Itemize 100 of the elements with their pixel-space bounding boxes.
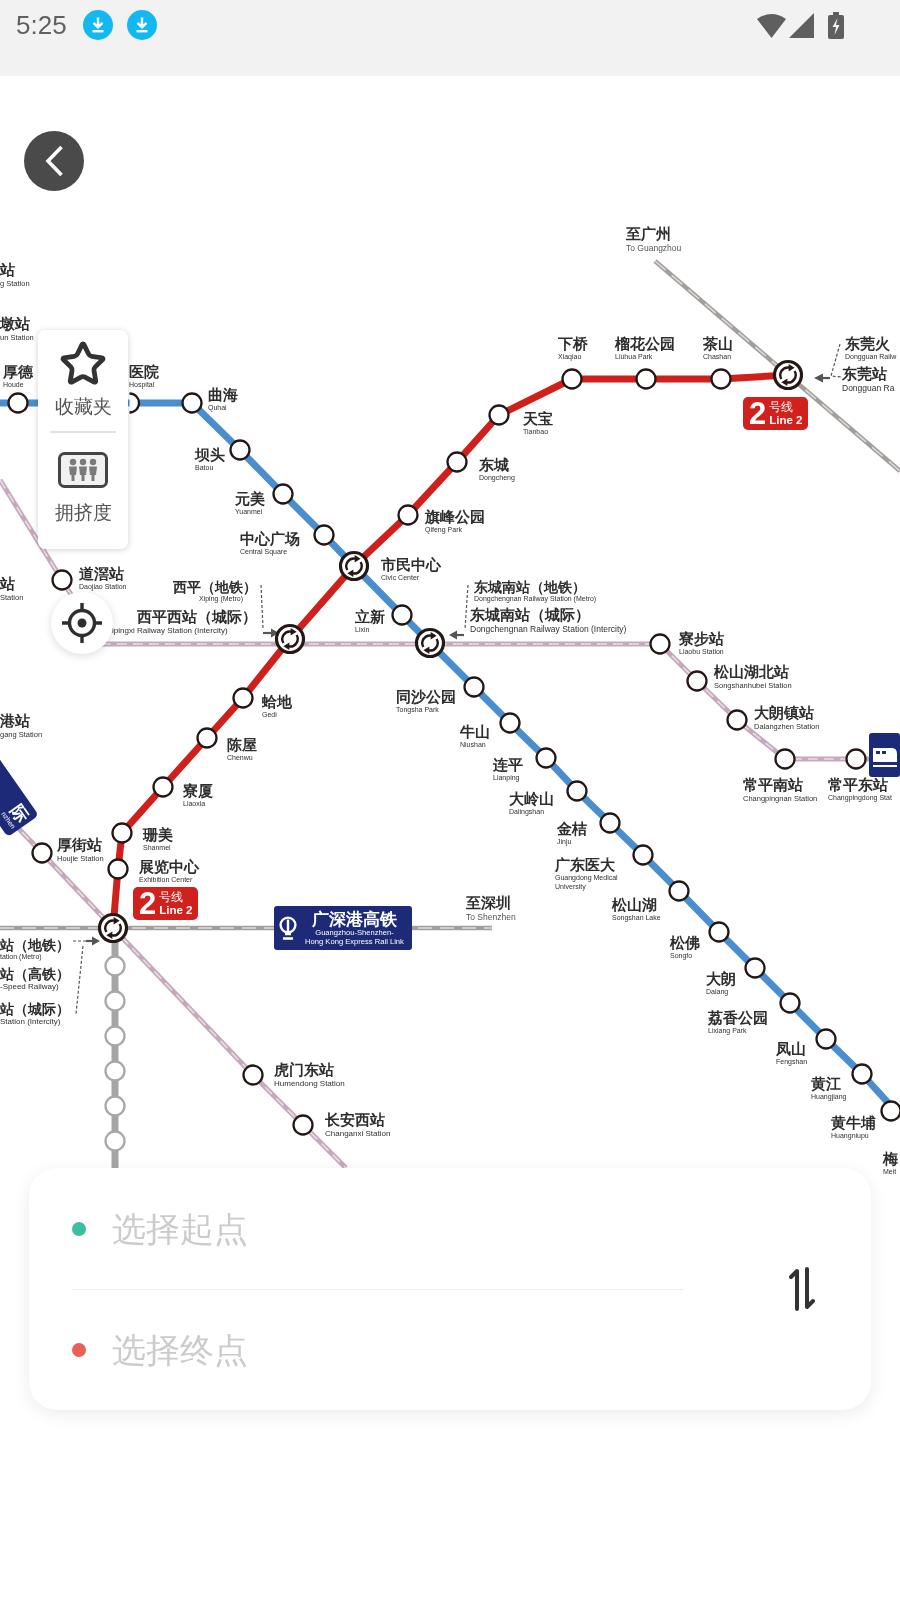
station-name: 常平东站 bbox=[828, 777, 888, 794]
station-icon[interactable] bbox=[446, 451, 468, 473]
station-icon[interactable] bbox=[107, 858, 129, 880]
station-name: 松山湖 bbox=[612, 897, 657, 914]
station-name: 坝头 bbox=[195, 447, 225, 464]
station-icon[interactable] bbox=[128, 392, 141, 414]
station-icon[interactable] bbox=[391, 604, 413, 626]
station-name: 松佛 bbox=[670, 935, 700, 952]
crowding-button[interactable]: 拥挤度 bbox=[38, 444, 128, 531]
download-icon bbox=[126, 10, 157, 40]
station-icon[interactable] bbox=[649, 633, 671, 655]
station-icon[interactable] bbox=[242, 1064, 264, 1086]
station-name: 东城南站（地铁） bbox=[474, 579, 586, 595]
station-name: 茶山 bbox=[703, 336, 733, 353]
station-icon[interactable] bbox=[181, 392, 203, 414]
station-name: 下桥 bbox=[558, 336, 588, 353]
interchange-icon[interactable] bbox=[274, 623, 306, 655]
station-icon[interactable] bbox=[232, 687, 254, 709]
interchange-icon[interactable] bbox=[97, 912, 129, 944]
rail-badge-title: 广深港高铁 bbox=[312, 909, 397, 929]
swap-icon bbox=[789, 1267, 815, 1311]
station-name: 凤山 bbox=[776, 1041, 806, 1058]
station-name: 金桔 bbox=[557, 821, 587, 838]
station-icon[interactable] bbox=[599, 812, 621, 834]
interchange-icon[interactable] bbox=[338, 550, 370, 582]
station-name: 曲海 bbox=[208, 387, 238, 404]
station-name: 东莞站 bbox=[842, 366, 887, 383]
station-icon[interactable] bbox=[31, 842, 53, 864]
station-name: 道滘站 bbox=[79, 566, 124, 583]
line-label: 号线 bbox=[769, 400, 794, 414]
station-icon[interactable] bbox=[292, 1114, 314, 1136]
interchange-icon[interactable] bbox=[772, 359, 804, 391]
station-icon[interactable] bbox=[668, 880, 690, 902]
station-name-english: Humendong Station bbox=[274, 1079, 345, 1089]
station-name: 长安西站 bbox=[325, 1112, 385, 1129]
station-icon[interactable] bbox=[708, 921, 730, 943]
station-name: 天宝 bbox=[523, 411, 553, 428]
crowd-icon bbox=[58, 452, 108, 488]
direction-label: 至广州 bbox=[626, 226, 671, 243]
station-icon[interactable] bbox=[880, 1100, 900, 1122]
station-icon[interactable] bbox=[632, 844, 654, 866]
station-name: 东城南站（城际） bbox=[470, 607, 590, 624]
station-icon[interactable] bbox=[686, 670, 708, 692]
station-icon[interactable] bbox=[535, 747, 557, 769]
station-icon[interactable] bbox=[845, 748, 867, 770]
station-icon[interactable] bbox=[815, 1028, 837, 1050]
station-icon[interactable] bbox=[566, 780, 588, 802]
station-name: 蛤地 bbox=[262, 694, 292, 711]
station-name: 市民中心 bbox=[381, 557, 441, 574]
station-name: 医院 bbox=[129, 364, 159, 381]
status-time: 5:25 bbox=[16, 12, 67, 38]
locate-button[interactable] bbox=[51, 592, 113, 654]
station-name: 站 bbox=[0, 262, 15, 279]
station-icon[interactable] bbox=[774, 748, 796, 770]
station-name: 榴花公园 bbox=[615, 336, 675, 353]
station-icon[interactable] bbox=[51, 569, 73, 591]
station-name: 旗峰公园 bbox=[425, 509, 485, 526]
station-icon[interactable] bbox=[488, 404, 510, 426]
station-name: 厚街站 bbox=[57, 837, 102, 854]
back-button[interactable] bbox=[24, 131, 84, 191]
station-icon[interactable] bbox=[111, 822, 133, 844]
station-name: 广东医大 bbox=[555, 857, 615, 874]
station-icon[interactable] bbox=[229, 439, 251, 461]
station-icon[interactable] bbox=[152, 776, 174, 798]
station-icon[interactable] bbox=[561, 368, 583, 390]
station-name: 展览中心 bbox=[139, 859, 199, 876]
station-icon[interactable] bbox=[779, 992, 801, 1014]
station-name-english: Changanxi Station bbox=[325, 1129, 391, 1139]
station-name: 连平 bbox=[493, 757, 523, 774]
station-icon[interactable] bbox=[499, 712, 521, 734]
station-icon[interactable] bbox=[463, 676, 485, 698]
station-icon[interactable] bbox=[397, 504, 419, 526]
line-number: 2 bbox=[139, 888, 157, 919]
station-icon[interactable] bbox=[313, 524, 335, 546]
download-icon bbox=[82, 10, 113, 40]
station-icon[interactable] bbox=[710, 368, 732, 390]
station-name-english: Station (Intercity) bbox=[0, 1017, 61, 1027]
direction-label: 至深圳 bbox=[466, 895, 511, 912]
interchange-icon[interactable] bbox=[414, 627, 446, 659]
station-icon[interactable] bbox=[851, 1063, 873, 1085]
station-icon[interactable] bbox=[744, 957, 766, 979]
railway-logo-icon bbox=[279, 916, 297, 940]
station-name: 元美 bbox=[235, 491, 265, 508]
star-icon bbox=[59, 340, 107, 388]
favorites-button[interactable]: 收藏夹 bbox=[38, 338, 128, 425]
station-name: 寮步站 bbox=[679, 631, 724, 648]
station-icon[interactable] bbox=[635, 368, 657, 390]
station-name: 厚德 bbox=[3, 364, 33, 381]
station-name: 松山湖北站 bbox=[714, 664, 789, 681]
swap-button[interactable] bbox=[789, 1267, 815, 1311]
station-name: 站（高铁） bbox=[0, 966, 70, 982]
station-name: 站 bbox=[0, 576, 15, 593]
station-icon[interactable] bbox=[196, 727, 218, 749]
station-name: 东城 bbox=[479, 457, 509, 474]
station-name: 西平西站（城际） bbox=[137, 609, 257, 626]
line-label-english: Line 2 bbox=[769, 413, 803, 427]
station-name-english: Dongguan Ra bbox=[842, 383, 895, 394]
station-icon[interactable] bbox=[272, 483, 294, 505]
station-icon[interactable] bbox=[726, 709, 748, 731]
station-icon[interactable] bbox=[7, 392, 29, 414]
